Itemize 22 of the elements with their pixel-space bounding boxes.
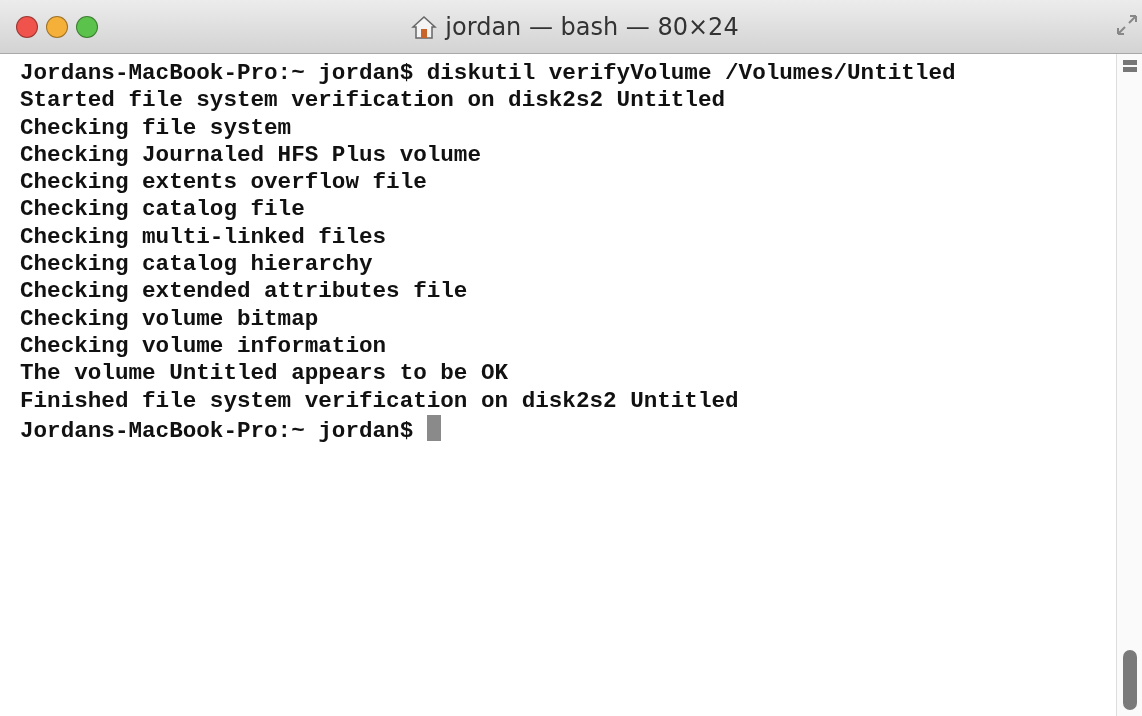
terminal-line: Jordans-MacBook-Pro:~ jordan$: [20, 417, 415, 444]
home-icon: [411, 13, 438, 40]
scrollbar-thumb[interactable]: [1122, 650, 1137, 710]
terminal-line: Checking file system: [20, 114, 292, 141]
terminal-line: Checking volume information: [20, 332, 387, 359]
terminal-line: Checking volume bitmap: [20, 305, 319, 332]
terminal-line: Finished file system verification on disk2s2 Untitled: [20, 387, 739, 414]
terminal-line: The volume Untitled appears to be OK: [20, 360, 509, 387]
split-pane-icon[interactable]: [1121, 58, 1138, 74]
fullscreen-icon[interactable]: [1116, 14, 1138, 36]
terminal-line: Checking catalog hierarchy: [20, 251, 373, 278]
terminal-line: Jordans-MacBook-Pro:~ jordan$ diskutil verifyVolume /Volumes/Untitled: [20, 60, 956, 86]
terminal-line: Checking catalog file: [20, 196, 305, 223]
terminal-line: Checking multi-linked files: [20, 223, 387, 250]
close-button[interactable]: [16, 15, 38, 38]
terminal-line: Started file system verification on disk2s2 Untitled: [20, 87, 726, 114]
terminal-line: Checking extents overflow file: [20, 169, 427, 196]
zoom-button[interactable]: [76, 15, 98, 38]
terminal-line: Checking extended attributes file: [20, 278, 468, 305]
window-title: jordan — bash — 80×24: [445, 11, 739, 43]
terminal-line: Checking Journaled HFS Plus volume: [20, 141, 481, 168]
minimize-button[interactable]: [46, 15, 68, 38]
